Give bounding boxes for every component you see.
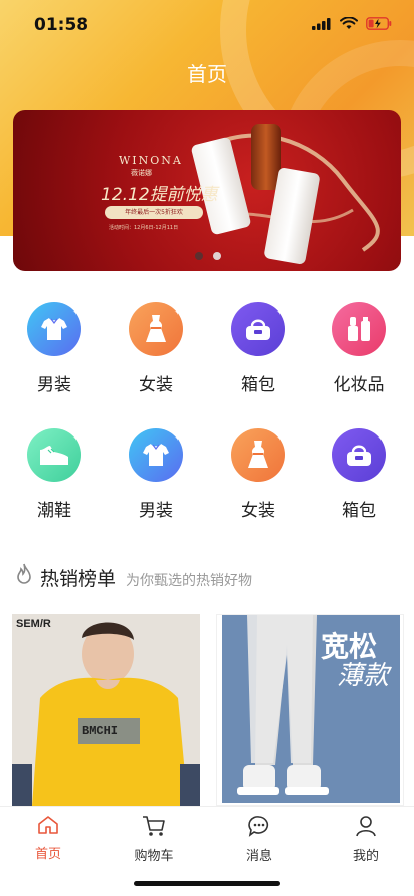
page-title: 首页 [187, 62, 227, 86]
wifi-icon [340, 17, 358, 29]
section-title: 热销榜单 [40, 568, 117, 590]
category-label: 化妆品 [333, 375, 385, 395]
home-icon [38, 816, 58, 834]
dress-icon: ✦ [231, 428, 285, 482]
section-subtitle: 为你甄选的热销好物 [126, 573, 253, 589]
status-time: 01:58 [34, 15, 89, 35]
hot-section-header: 热销榜单 为你甄选的热销好物 [14, 563, 252, 591]
tab-label: 我的 [352, 849, 379, 864]
tab-cart[interactable]: 购物车 [114, 815, 194, 864]
promo-banner[interactable]: WINONA 薇诺娜 12.12提前悦惠 年终最后一次5折狂欢 活动时间：12月… [13, 110, 401, 271]
category-item-sneakers[interactable]: ✦ 潮鞋 [14, 428, 94, 521]
category-label: 箱包 [241, 375, 275, 395]
product-card[interactable]: 宽松 薄款 [216, 614, 404, 806]
banner-brand-sub: 薇诺娜 [131, 169, 152, 177]
message-icon [248, 816, 269, 837]
product-image [12, 614, 200, 806]
shirt-icon: ✦ [129, 428, 183, 482]
cart-icon [143, 816, 165, 836]
banner-headline: 12.12提前悦惠 [101, 185, 218, 205]
category-item-bags[interactable]: ✦ 箱包 [218, 302, 298, 395]
home-indicator [134, 881, 280, 886]
sneaker-icon: ✦ [27, 428, 81, 482]
bag-icon: ✦ [231, 302, 285, 356]
category-label: 男装 [139, 501, 173, 521]
category-item-menswear[interactable]: ✦ 男装 [14, 302, 94, 395]
cosmetics-icon [332, 302, 386, 356]
category-item-menswear-2[interactable]: ✦ 男装 [116, 428, 196, 521]
category-item-womenswear[interactable]: ✦ 女装 [116, 302, 196, 395]
carousel-dot[interactable] [213, 252, 221, 260]
product-card[interactable]: SEM/R BMCHI [12, 614, 200, 806]
signal-icon [312, 17, 331, 30]
product-tag: SEM/R [16, 618, 51, 630]
banner-brand: WINONA [119, 154, 183, 167]
carousel-dots [195, 252, 221, 260]
tab-messages[interactable]: 消息 [219, 815, 299, 864]
tab-label: 购物车 [134, 849, 174, 864]
category-label: 男装 [37, 375, 71, 395]
banner-pill: 年终最后一次5折狂欢 [105, 206, 203, 219]
user-icon [356, 816, 376, 837]
banner-date: 活动时间：12月6日-12月11日 [109, 225, 179, 231]
category-label: 女装 [139, 375, 173, 395]
category-label: 箱包 [342, 501, 376, 521]
flame-icon [17, 563, 31, 584]
product-subhead: 薄款 [337, 661, 390, 691]
tab-label: 消息 [245, 849, 272, 864]
category-label: 女装 [241, 501, 275, 521]
shirt-icon: ✦ [27, 302, 81, 356]
bag-icon: ✦ [332, 428, 386, 482]
category-item-womenswear-2[interactable]: ✦ 女装 [218, 428, 298, 521]
status-bar: 01:58 [0, 0, 414, 52]
tab-label: 首页 [34, 847, 61, 862]
category-item-cosmetics[interactable]: 化妆品 [319, 302, 399, 395]
battery-icon [366, 17, 392, 30]
tab-home[interactable]: 首页 [8, 815, 88, 862]
dress-icon: ✦ [129, 302, 183, 356]
category-label: 潮鞋 [37, 501, 71, 521]
product-print: BMCHI [82, 724, 119, 738]
tab-profile[interactable]: 我的 [326, 815, 406, 864]
category-item-bags-2[interactable]: ✦ 箱包 [319, 428, 399, 521]
status-icons [312, 17, 392, 30]
carousel-dot-active[interactable] [195, 252, 203, 260]
